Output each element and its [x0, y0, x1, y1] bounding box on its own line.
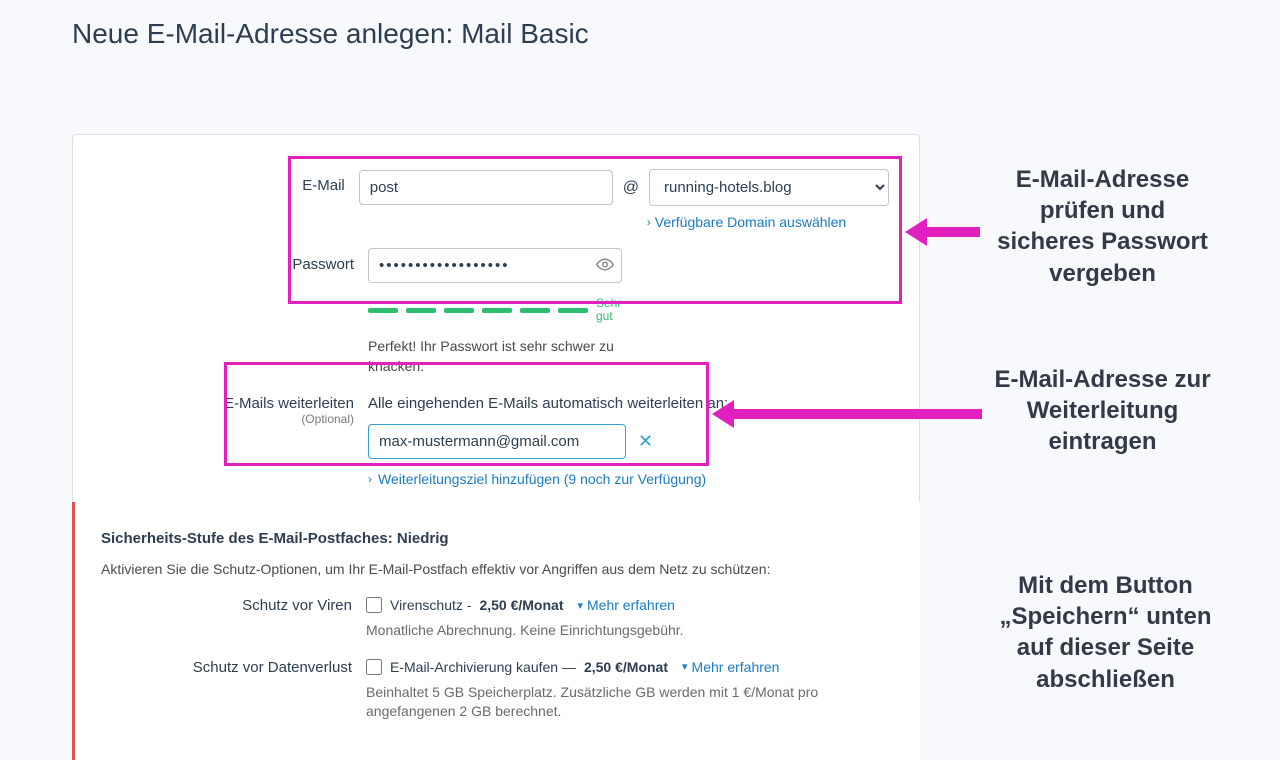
loss-price: 2,50 €/Monat [584, 659, 668, 675]
loss-text-a: E-Mail-Archivierung kaufen — [390, 659, 576, 675]
virus-row: Schutz vor Viren Virenschutz - 2,50 €/Mo… [101, 597, 890, 641]
email-local-input[interactable] [359, 170, 613, 205]
chevron-down-icon: ▾ [682, 660, 688, 673]
loss-body: E-Mail-Archivierung kaufen — 2,50 €/Mona… [366, 659, 890, 722]
available-domain-link[interactable]: › Verfügbare Domain auswählen [647, 214, 846, 230]
virus-line: Virenschutz - 2,50 €/Monat ▾ Mehr erfahr… [366, 597, 890, 613]
eye-icon[interactable] [596, 255, 614, 276]
virus-checkbox[interactable] [366, 597, 382, 613]
password-strength: Sehr gut [368, 297, 889, 323]
password-label: Passwort [103, 248, 368, 377]
virus-learn-more[interactable]: ▾ Mehr erfahren [577, 597, 674, 613]
strength-seg [558, 308, 588, 313]
forward-add-text: Weiterleitungsziel hinzufügen (9 noch zu… [378, 471, 706, 487]
loss-sub: Beinhaltet 5 GB Speicherplatz. Zusätzlic… [366, 683, 886, 722]
strength-seg [368, 308, 398, 313]
loss-learn-more[interactable]: ▾ Mehr erfahren [682, 659, 779, 675]
callout-forward: E-Mail-Adresse zur Weiterleitung eintrag… [990, 364, 1215, 458]
loss-row: Schutz vor Datenverlust E-Mail-Archivier… [101, 659, 890, 722]
strength-seg [444, 308, 474, 313]
password-input[interactable] [368, 248, 622, 283]
virus-sub: Monatliche Abrechnung. Keine Einrichtung… [366, 621, 886, 641]
at-symbol: @ [623, 179, 639, 197]
email-body: @ running-hotels.blog › Verfügbare Domai… [359, 169, 889, 230]
email-line: @ running-hotels.blog [359, 169, 889, 206]
forward-row: E-Mails weiterleiten (Optional) Alle ein… [103, 395, 889, 487]
chevron-down-icon: ▾ [577, 599, 583, 612]
forward-add-link[interactable]: › Weiterleitungsziel hinzufügen (9 noch … [368, 471, 706, 487]
forward-label: E-Mails weiterleiten (Optional) [103, 395, 368, 487]
domain-select[interactable]: running-hotels.blog [649, 169, 889, 206]
security-panel: Sicherheits-Stufe des E-Mail-Postfaches:… [72, 502, 920, 760]
loss-line: E-Mail-Archivierung kaufen — 2,50 €/Mona… [366, 659, 890, 675]
forward-body: Alle eingehenden E-Mails automatisch wei… [368, 395, 889, 487]
virus-body: Virenschutz - 2,50 €/Monat ▾ Mehr erfahr… [366, 597, 890, 641]
chevron-right-icon: › [647, 215, 651, 229]
page-title: Neue E-Mail-Adresse anlegen: Mail Basic [72, 18, 1280, 50]
callout-save: Mit dem Button „Speichern“ unten auf die… [998, 570, 1213, 695]
password-body: Sehr gut Perfekt! Ihr Passwort ist sehr … [368, 248, 889, 377]
close-icon[interactable]: ✕ [638, 431, 653, 452]
loss-learn-text: Mehr erfahren [692, 659, 780, 675]
available-domain-link-text: Verfügbare Domain auswählen [655, 214, 846, 230]
email-row: E-Mail @ running-hotels.blog › Verfügbar… [103, 169, 889, 230]
forward-optional: (Optional) [103, 412, 354, 426]
email-form-card: E-Mail @ running-hotels.blog › Verfügbar… [72, 134, 920, 526]
security-title: Sicherheits-Stufe des E-Mail-Postfaches:… [101, 530, 890, 547]
email-label: E-Mail [103, 169, 359, 230]
loss-checkbox[interactable] [366, 659, 382, 675]
strength-seg [482, 308, 512, 313]
forward-input[interactable] [368, 424, 626, 459]
forward-input-line: ✕ [368, 424, 889, 459]
strength-label: Sehr gut [596, 297, 636, 323]
strength-seg [520, 308, 550, 313]
forward-label-text: E-Mails weiterleiten [224, 395, 354, 412]
chevron-right-icon: › [368, 472, 372, 486]
password-input-wrap [368, 248, 622, 283]
forward-desc: Alle eingehenden E-Mails automatisch wei… [368, 395, 889, 412]
security-desc: Aktivieren Sie die Schutz-Optionen, um I… [101, 561, 890, 577]
strength-seg [406, 308, 436, 313]
password-row: Passwort Sehr gut Perfekt! Ihr Passwort … [103, 248, 889, 377]
virus-label: Schutz vor Viren [101, 597, 366, 641]
password-help-text: Perfekt! Ihr Passwort ist sehr schwer zu… [368, 337, 628, 376]
loss-label: Schutz vor Datenverlust [101, 659, 366, 722]
virus-learn-text: Mehr erfahren [587, 597, 675, 613]
virus-text-a: Virenschutz - [390, 597, 471, 613]
callout-email-password: E-Mail-Adresse prüfen und sicheres Passw… [990, 164, 1215, 289]
virus-price: 2,50 €/Monat [479, 597, 563, 613]
